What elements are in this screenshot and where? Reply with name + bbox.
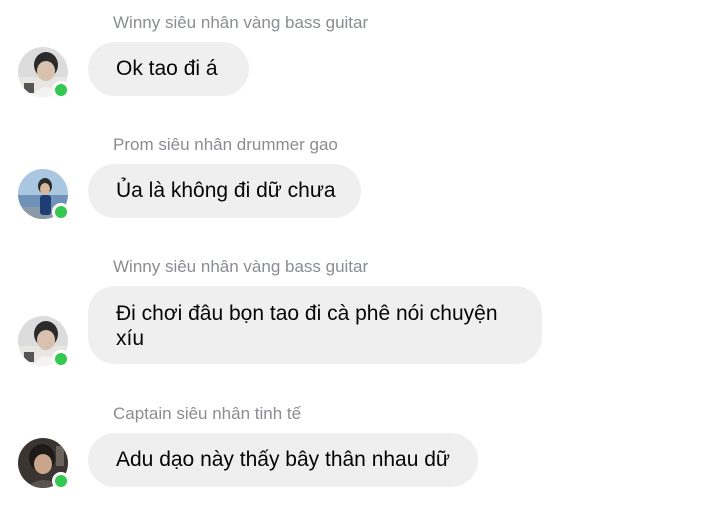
online-status-dot xyxy=(52,203,70,221)
avatar[interactable] xyxy=(18,169,70,221)
message-bubble[interactable]: Ok tao đi á xyxy=(88,42,249,96)
message-bubble[interactable]: Ủa là không đi dữ chưa xyxy=(88,164,361,218)
avatar[interactable] xyxy=(18,47,70,99)
sender-name: Winny siêu nhân vàng bass guitar xyxy=(113,257,369,276)
online-status-dot xyxy=(52,81,70,99)
online-status-dot xyxy=(52,350,70,368)
online-status-dot xyxy=(52,472,70,490)
message-bubble[interactable]: Adu dạo này thấy bây thân nhau dữ xyxy=(88,433,478,487)
message-bubble[interactable]: Đi chơi đâu bọn tao đi cà phê nói chuyện… xyxy=(88,286,542,364)
sender-name: Captain siêu nhân tinh tế xyxy=(113,404,302,423)
sender-name: Winny siêu nhân vàng bass guitar xyxy=(113,13,369,32)
sender-name: Prom siêu nhân drummer gao xyxy=(113,135,338,154)
avatar[interactable] xyxy=(18,438,70,490)
avatar[interactable] xyxy=(18,316,70,368)
